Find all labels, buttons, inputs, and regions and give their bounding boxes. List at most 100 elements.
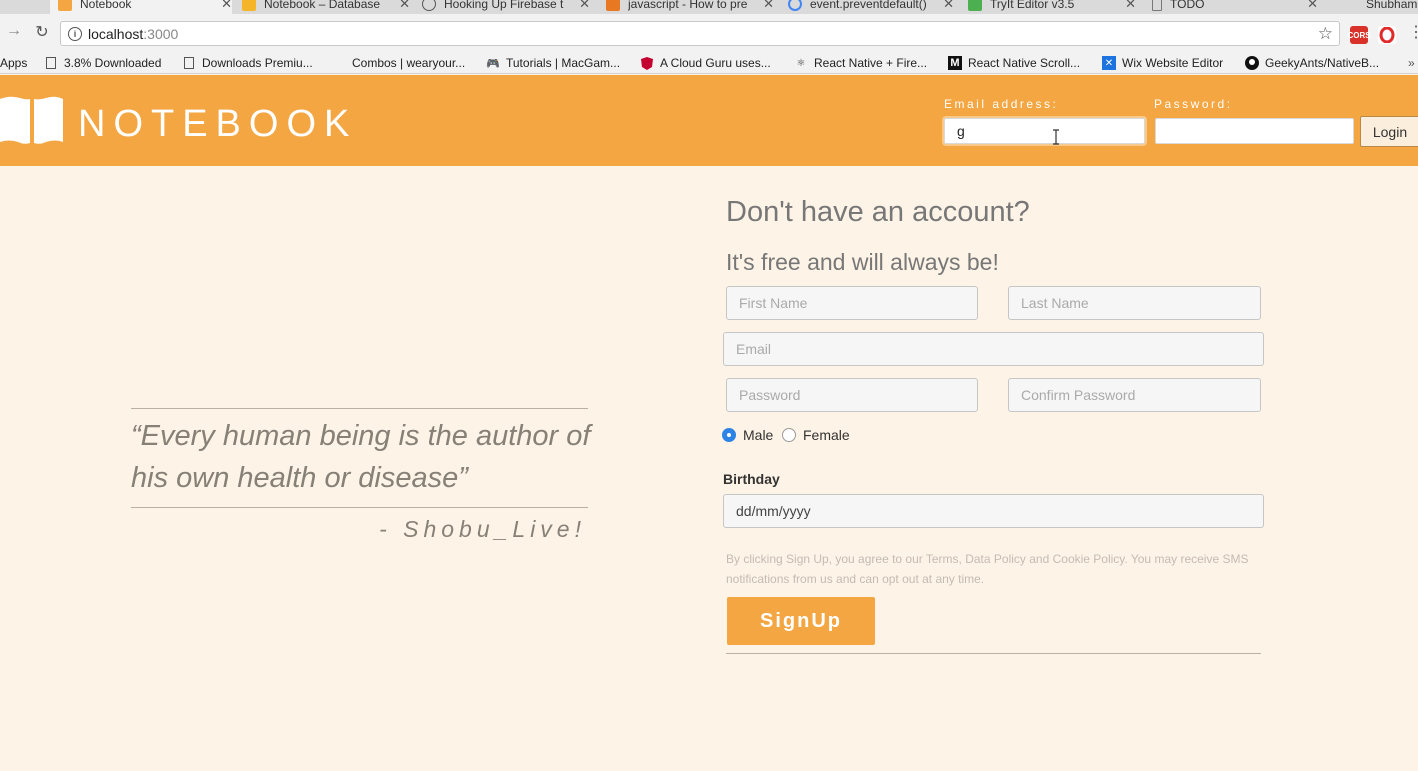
bookmark-apps[interactable]: Apps: [0, 54, 27, 72]
firebase-favicon-icon: [242, 0, 256, 11]
login-password-input[interactable]: [1155, 118, 1354, 144]
page-icon: [44, 56, 58, 70]
browser-tab-title: Notebook: [80, 0, 132, 11]
bookmark-item[interactable]: ⚛ React Native + Fire...: [794, 54, 928, 72]
forward-arrow-icon[interactable]: →: [4, 22, 24, 40]
browser-tab[interactable]: event.preventdefault() ✕: [786, 0, 954, 14]
confirm-password-field[interactable]: Confirm Password: [1008, 378, 1261, 412]
browser-tab-title: Hooking Up Firebase t: [444, 0, 564, 11]
bookmark-label: React Native + Fire...: [814, 56, 928, 70]
app-header: NOTEBOOK Email address: Password: Login: [0, 75, 1418, 166]
password-field[interactable]: Password: [726, 378, 978, 412]
cors-extension-icon[interactable]: CORS: [1347, 26, 1371, 44]
signup-subtitle: It's free and will always be!: [726, 249, 999, 275]
bookmark-item[interactable]: Downloads Premiu...: [182, 54, 313, 72]
site-favicon-icon: [422, 0, 436, 11]
profile-button[interactable]: Shubham: [1366, 0, 1418, 14]
close-tab-icon[interactable]: ✕: [399, 0, 410, 12]
bookmark-label: Wix Website Editor: [1122, 56, 1224, 70]
browser-tab-title: Notebook – Database: [264, 0, 381, 11]
login-button[interactable]: Login: [1360, 116, 1418, 147]
address-bar[interactable]: i localhost :3000 ☆: [60, 21, 1340, 46]
bookmark-item[interactable]: ✕ Wix Website Editor: [1102, 54, 1223, 72]
browser-tab[interactable]: TryIt Editor v3.5 ✕: [966, 0, 1136, 14]
w3schools-favicon-icon: [968, 0, 982, 11]
gender-male-label[interactable]: Male: [743, 427, 773, 443]
url-port: :3000: [143, 25, 179, 42]
notebook-favicon-icon: [58, 0, 72, 11]
signup-bottom-divider: [726, 653, 1261, 654]
last-name-field[interactable]: Last Name: [1008, 286, 1261, 320]
bookmark-label: A Cloud Guru uses...: [660, 56, 771, 70]
browser-tab[interactable]: javascript - How to pre ✕: [604, 0, 774, 14]
close-tab-icon[interactable]: ✕: [943, 0, 954, 12]
brand-name: NOTEBOOK: [78, 103, 358, 145]
bookmark-label: Tutorials | MacGam...: [506, 56, 621, 70]
quote-text: “Every human being is the author of his …: [131, 420, 591, 494]
birthday-label: Birthday: [723, 471, 780, 487]
more-bookmarks-icon[interactable]: »: [1408, 54, 1415, 72]
medium-icon: M: [948, 56, 962, 70]
first-name-field[interactable]: First Name: [726, 286, 978, 320]
bookmark-label: GeekyAnts/NativeB...: [1265, 56, 1380, 70]
bookmark-label: Downloads Premiu...: [202, 56, 313, 70]
stackoverflow-favicon-icon: [606, 0, 620, 11]
url-host: localhost: [88, 25, 144, 42]
browser-tab[interactable]: Hooking Up Firebase t ✕: [420, 0, 590, 14]
bookmark-item[interactable]: 🎮 Tutorials | MacGam...: [486, 54, 620, 72]
quote-author: - Shobu_Live!: [379, 516, 586, 542]
page-icon: [182, 56, 196, 70]
github-icon: [1245, 56, 1259, 70]
quote-top-divider: [131, 408, 588, 409]
open-book-logo-icon: [0, 96, 63, 144]
browser-tab-title: javascript - How to pre: [628, 0, 748, 11]
browser-tab-title: event.preventdefault(): [810, 0, 927, 11]
quote-bottom-divider: [131, 507, 588, 508]
wix-icon: ✕: [1102, 56, 1116, 70]
bookmark-item[interactable]: A Cloud Guru uses...: [640, 54, 771, 72]
bookmark-label: React Native Scroll...: [968, 56, 1081, 70]
terms-notice: By clicking Sign Up, you agree to our Te…: [726, 552, 1249, 586]
password-label: Password:: [1154, 97, 1233, 111]
text-cursor-icon: [1053, 129, 1059, 145]
google-favicon-icon: [788, 0, 802, 11]
close-tab-icon[interactable]: ✕: [579, 0, 590, 12]
bookmarks-bar: Apps 3.8% Downloaded Downloads Premiu...…: [0, 52, 1418, 74]
browser-tab[interactable]: Notebook – Database ✕: [240, 0, 410, 14]
angular-icon: [640, 56, 654, 70]
close-tab-icon[interactable]: ✕: [1125, 0, 1136, 12]
bookmark-item[interactable]: M React Native Scroll...: [948, 54, 1080, 72]
email-label: Email address:: [944, 97, 1059, 111]
browser-tab-title: TODO: [1170, 0, 1205, 11]
browser-tab-title: TryIt Editor v3.5: [990, 0, 1075, 11]
info-icon[interactable]: i: [68, 26, 82, 41]
bookmark-label: 3.8% Downloaded: [64, 56, 162, 70]
close-tab-icon[interactable]: ✕: [763, 0, 774, 12]
bookmark-star-icon[interactable]: ☆: [1318, 24, 1333, 44]
close-tab-icon[interactable]: ✕: [221, 0, 232, 12]
chrome-menu-icon[interactable]: ⋮: [1406, 22, 1418, 42]
gender-male-radio[interactable]: [722, 428, 736, 442]
close-tab-icon[interactable]: ✕: [1307, 0, 1318, 12]
gender-female-radio[interactable]: [782, 428, 796, 442]
browser-tab-strip: Notebook ✕ Notebook – Database ✕ Hooking…: [0, 0, 1418, 14]
email-field[interactable]: Email: [723, 332, 1264, 366]
bookmark-label: Apps: [0, 56, 28, 70]
browser-tab[interactable]: TODO ✕: [1150, 0, 1318, 14]
bookmark-item[interactable]: GeekyAnts/NativeB...: [1245, 54, 1379, 72]
browser-toolbar: → ↻ i localhost :3000 ☆ CORS ⋮: [0, 14, 1418, 52]
bookmark-item[interactable]: Combos | wearyour...: [352, 54, 465, 72]
opera-extension-icon[interactable]: [1378, 26, 1396, 44]
signup-button[interactable]: SignUp: [727, 597, 875, 645]
browser-tab[interactable]: Notebook ✕: [50, 0, 232, 14]
birthday-date-input[interactable]: dd/mm/yyyy: [723, 494, 1264, 528]
bookmark-label: Combos | wearyour...: [352, 56, 466, 70]
gamepad-icon: 🎮: [486, 57, 500, 70]
react-icon: ⚛: [796, 57, 806, 69]
bookmark-item[interactable]: 3.8% Downloaded: [44, 54, 161, 72]
profile-name: Shubham: [1366, 0, 1418, 11]
gender-female-label[interactable]: Female: [803, 427, 850, 443]
signup-title: Don't have an account?: [726, 196, 1030, 228]
reload-icon[interactable]: ↻: [32, 22, 52, 42]
login-email-input[interactable]: [944, 118, 1145, 144]
